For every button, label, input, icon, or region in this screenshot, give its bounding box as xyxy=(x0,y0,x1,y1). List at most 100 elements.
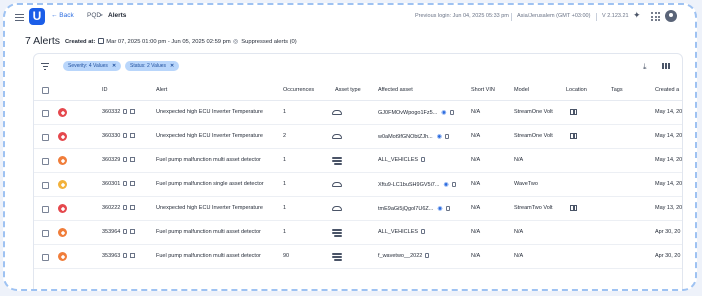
row-checkbox[interactable] xyxy=(42,182,49,189)
column-header-location[interactable]: Location xyxy=(566,87,587,93)
open-external-icon[interactable] xyxy=(130,157,136,162)
alert-name[interactable]: Unexpected high ECU Inverter Temperature xyxy=(156,133,263,139)
filter-chip-status[interactable]: Status: 2 Values ✕ xyxy=(125,61,180,71)
open-external-icon[interactable] xyxy=(130,229,136,234)
table-row[interactable]: 353963 Fuel pump malfunction multi asset … xyxy=(34,245,682,269)
column-header-affected-asset[interactable]: Affected asset xyxy=(378,87,413,93)
open-external-icon[interactable] xyxy=(130,133,136,138)
eye-icon[interactable]: ◉ xyxy=(437,205,442,212)
top-bar: U ← Back PQD > Alerts Previous login: Ju… xyxy=(5,5,695,31)
open-external-icon[interactable] xyxy=(130,253,136,258)
table-row[interactable]: 360332 Unexpected high ECU Inverter Tempe… xyxy=(34,101,682,125)
open-external-icon[interactable] xyxy=(130,205,136,210)
open-external-icon[interactable] xyxy=(130,181,136,186)
map-icon[interactable] xyxy=(570,205,577,211)
back-link[interactable]: ← Back xyxy=(51,12,74,19)
created-at-cell: May 14, 20 xyxy=(655,181,683,187)
column-header-id[interactable]: ID xyxy=(102,87,108,93)
map-icon[interactable] xyxy=(570,109,577,115)
created-at-cell: May 14, 20 xyxy=(655,133,683,139)
table-row[interactable]: 360330 Unexpected high ECU Inverter Tempe… xyxy=(34,125,682,149)
copy-icon[interactable] xyxy=(449,110,454,115)
row-checkbox[interactable] xyxy=(42,230,49,237)
sparkle-icon[interactable]: ✦ xyxy=(633,10,641,21)
alert-name[interactable]: Fuel pump malfunction multi asset detect… xyxy=(156,229,261,235)
multi-asset-icon xyxy=(332,253,342,261)
copy-icon[interactable] xyxy=(421,229,426,234)
eye-icon[interactable]: ◉ xyxy=(441,109,446,116)
alert-name[interactable]: Unexpected high ECU Inverter Temperature xyxy=(156,109,263,115)
close-icon[interactable]: ✕ xyxy=(170,63,174,69)
created-at: Created at: Mar 07, 2025 01:00 pm - Jun 0… xyxy=(65,38,231,45)
affected-asset[interactable]: Xftu9-LC1buSH9GV5i7... ◉ xyxy=(378,181,456,188)
alert-id: 360332 xyxy=(102,109,136,115)
row-checkbox[interactable] xyxy=(42,254,49,261)
copy-icon[interactable] xyxy=(123,181,128,186)
copy-icon[interactable] xyxy=(123,253,128,258)
short-vin: N/A xyxy=(471,229,481,235)
copy-icon[interactable] xyxy=(123,229,128,234)
alert-name[interactable]: Fuel pump malfunction single asset detec… xyxy=(156,181,264,187)
copy-icon[interactable] xyxy=(444,134,449,139)
affected-asset[interactable]: ALL_VEHICLES xyxy=(378,157,426,163)
affected-asset[interactable]: ALL_VEHICLES xyxy=(378,229,426,235)
row-checkbox[interactable] xyxy=(42,134,49,141)
affected-asset[interactable]: f_wavetwo__2022 xyxy=(378,253,430,259)
column-header-short-vin[interactable]: Short VIN xyxy=(471,87,495,93)
copy-icon[interactable] xyxy=(123,157,128,162)
alert-name[interactable]: Fuel pump malfunction multi asset detect… xyxy=(156,253,261,259)
menu-icon[interactable] xyxy=(15,14,24,21)
affected-asset[interactable]: w0aMot9fGNObtZJh... ◉ xyxy=(378,133,449,140)
short-vin: N/A xyxy=(471,157,481,163)
column-header-asset-type[interactable]: Asset type xyxy=(335,87,361,93)
map-icon[interactable] xyxy=(570,133,577,139)
apps-grid-icon[interactable] xyxy=(651,12,660,21)
occurrences: 1 xyxy=(283,229,287,235)
app-logo[interactable]: U xyxy=(29,8,45,25)
table-row[interactable]: 360222 Unexpected high ECU Inverter Tempe… xyxy=(34,197,682,221)
copy-icon[interactable] xyxy=(123,133,128,138)
row-checkbox[interactable] xyxy=(42,158,49,165)
column-header-occurrences[interactable]: Occurrences xyxy=(283,87,314,93)
table-row[interactable]: 360329 Fuel pump malfunction multi asset … xyxy=(34,149,682,173)
filter-icon[interactable] xyxy=(41,63,49,70)
alert-name[interactable]: Unexpected high ECU Inverter Temperature xyxy=(156,205,263,211)
column-header-created-at[interactable]: Created a xyxy=(655,87,679,93)
close-icon[interactable]: ✕ xyxy=(112,63,116,69)
row-checkbox[interactable] xyxy=(42,110,49,117)
select-all-checkbox[interactable] xyxy=(42,87,49,94)
copy-icon[interactable] xyxy=(425,253,430,258)
row-checkbox[interactable] xyxy=(42,206,49,213)
affected-asset[interactable]: GJ0FMOvWpogo1Fz5... ◉ xyxy=(378,109,454,116)
calendar-icon[interactable] xyxy=(98,38,105,44)
user-avatar-icon[interactable] xyxy=(665,10,677,22)
alert-name[interactable]: Fuel pump malfunction multi asset detect… xyxy=(156,157,261,163)
download-icon[interactable]: ⤓ xyxy=(643,62,647,72)
copy-icon[interactable] xyxy=(123,205,128,210)
copy-icon[interactable] xyxy=(123,109,128,114)
suppressed-alerts-toggle[interactable]: ◎ Suppressed alerts (0) xyxy=(233,38,297,45)
copy-icon[interactable] xyxy=(451,182,456,187)
column-header-tags[interactable]: Tags xyxy=(611,87,623,93)
previous-login: Previous login: Jun 04, 2025 05:33 pm xyxy=(415,13,509,19)
columns-icon[interactable] xyxy=(662,63,670,69)
table-row[interactable]: 360301 Fuel pump malfunction single asset… xyxy=(34,173,682,197)
filter-chip-severity[interactable]: Severity: 4 Values ✕ xyxy=(63,61,122,71)
divider xyxy=(596,13,597,21)
affected-asset[interactable]: tmE9aGi5jQgol7U6Z... ◉ xyxy=(378,205,450,212)
copy-icon[interactable] xyxy=(421,157,426,162)
created-at-range[interactable]: Mar 07, 2025 01:00 pm - Jun 05, 2025 02:… xyxy=(106,39,230,45)
table-header: ID Alert Occurrences Asset type Affected… xyxy=(34,79,682,101)
eye-icon[interactable]: ◉ xyxy=(443,181,448,188)
severity-medium-icon xyxy=(58,180,67,189)
open-external-icon[interactable] xyxy=(130,109,136,114)
copy-icon[interactable] xyxy=(445,206,450,211)
column-header-alert[interactable]: Alert xyxy=(156,87,167,93)
column-header-model[interactable]: Model xyxy=(514,87,529,93)
table-row[interactable]: 353964 Fuel pump malfunction multi asset … xyxy=(34,221,682,245)
timezone[interactable]: Asia/Jerusalem (GMT +03:00) xyxy=(517,13,590,19)
model: StreamTwo Volt xyxy=(514,205,553,211)
multi-asset-icon xyxy=(332,229,342,237)
severity-high-icon xyxy=(58,252,67,261)
eye-icon[interactable]: ◉ xyxy=(437,133,442,140)
